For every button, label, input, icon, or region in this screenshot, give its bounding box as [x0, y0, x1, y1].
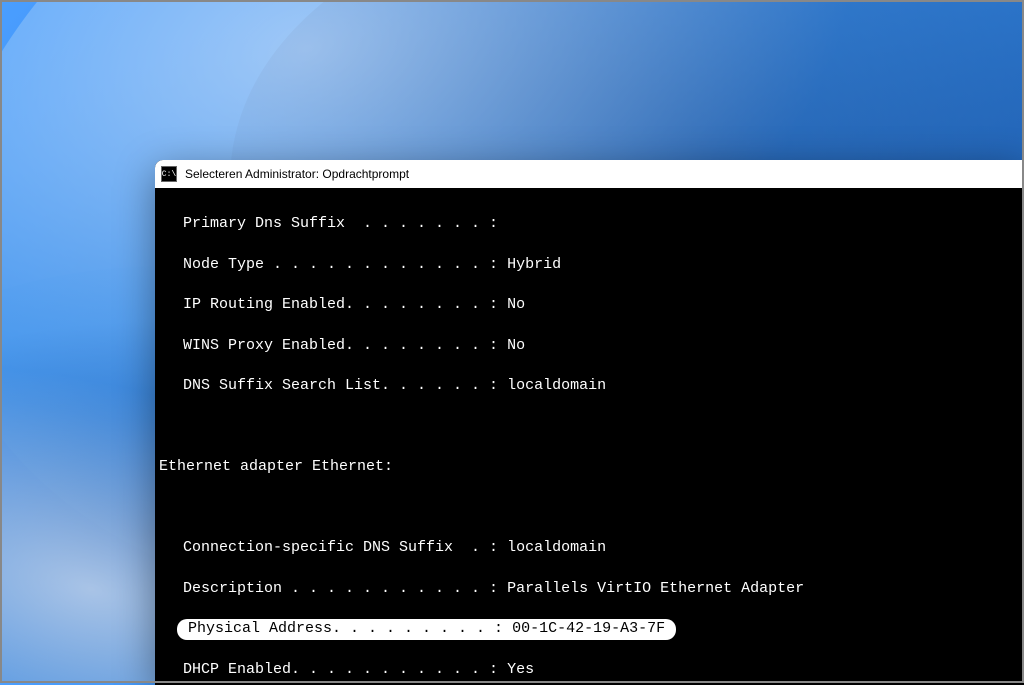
output-line: IP Routing Enabled. . . . . . . . : No	[159, 295, 1021, 315]
blank-line	[159, 417, 1021, 437]
blank-line	[159, 498, 1021, 518]
window-titlebar[interactable]: C:\ Selecteren Administrator: Opdrachtpr…	[155, 160, 1024, 188]
output-line: Node Type . . . . . . . . . . . . : Hybr…	[159, 255, 1021, 275]
output-line: WINS Proxy Enabled. . . . . . . . : No	[159, 336, 1021, 356]
output-line: DNS Suffix Search List. . . . . . : loca…	[159, 376, 1021, 396]
adapter-heading: Ethernet adapter Ethernet:	[159, 457, 1021, 477]
output-line: Description . . . . . . . . . . . : Para…	[159, 579, 1021, 599]
command-prompt-window: C:\ Selecteren Administrator: Opdrachtpr…	[155, 160, 1024, 685]
cmd-icon: C:\	[161, 166, 177, 182]
output-line: Primary Dns Suffix . . . . . . . :	[159, 214, 1021, 234]
output-line: Connection-specific DNS Suffix . : local…	[159, 538, 1021, 558]
terminal-output[interactable]: Primary Dns Suffix . . . . . . . : Node …	[155, 188, 1024, 685]
output-line: DHCP Enabled. . . . . . . . . . . : Yes	[159, 660, 1021, 680]
physical-address-highlighted: Physical Address. . . . . . . . . : 00-1…	[159, 619, 1021, 639]
window-title: Selecteren Administrator: Opdrachtprompt	[185, 167, 409, 181]
